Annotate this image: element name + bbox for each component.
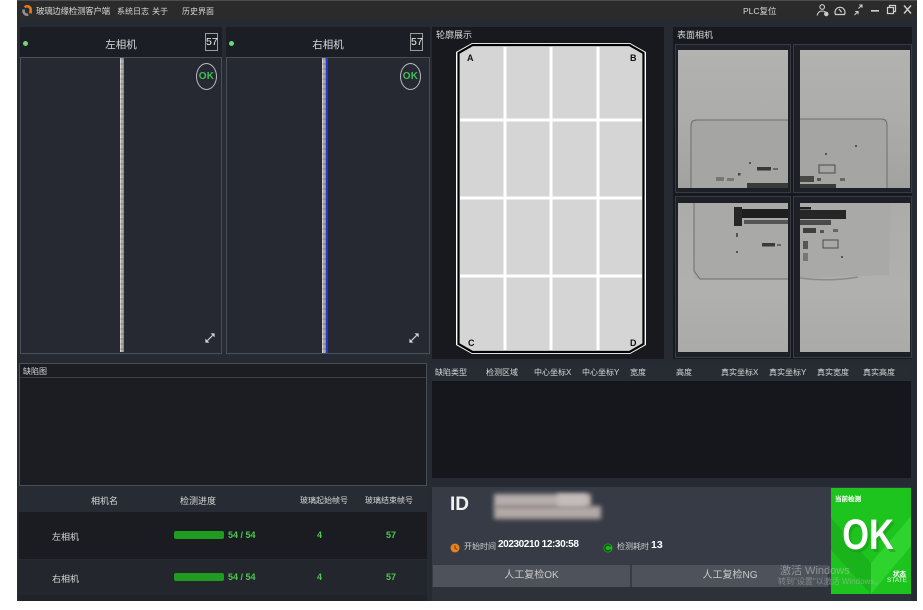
- svg-text:B: B: [630, 53, 637, 63]
- svg-text:C: C: [468, 338, 475, 348]
- svg-text:D: D: [630, 338, 637, 348]
- svg-text:A: A: [467, 53, 474, 63]
